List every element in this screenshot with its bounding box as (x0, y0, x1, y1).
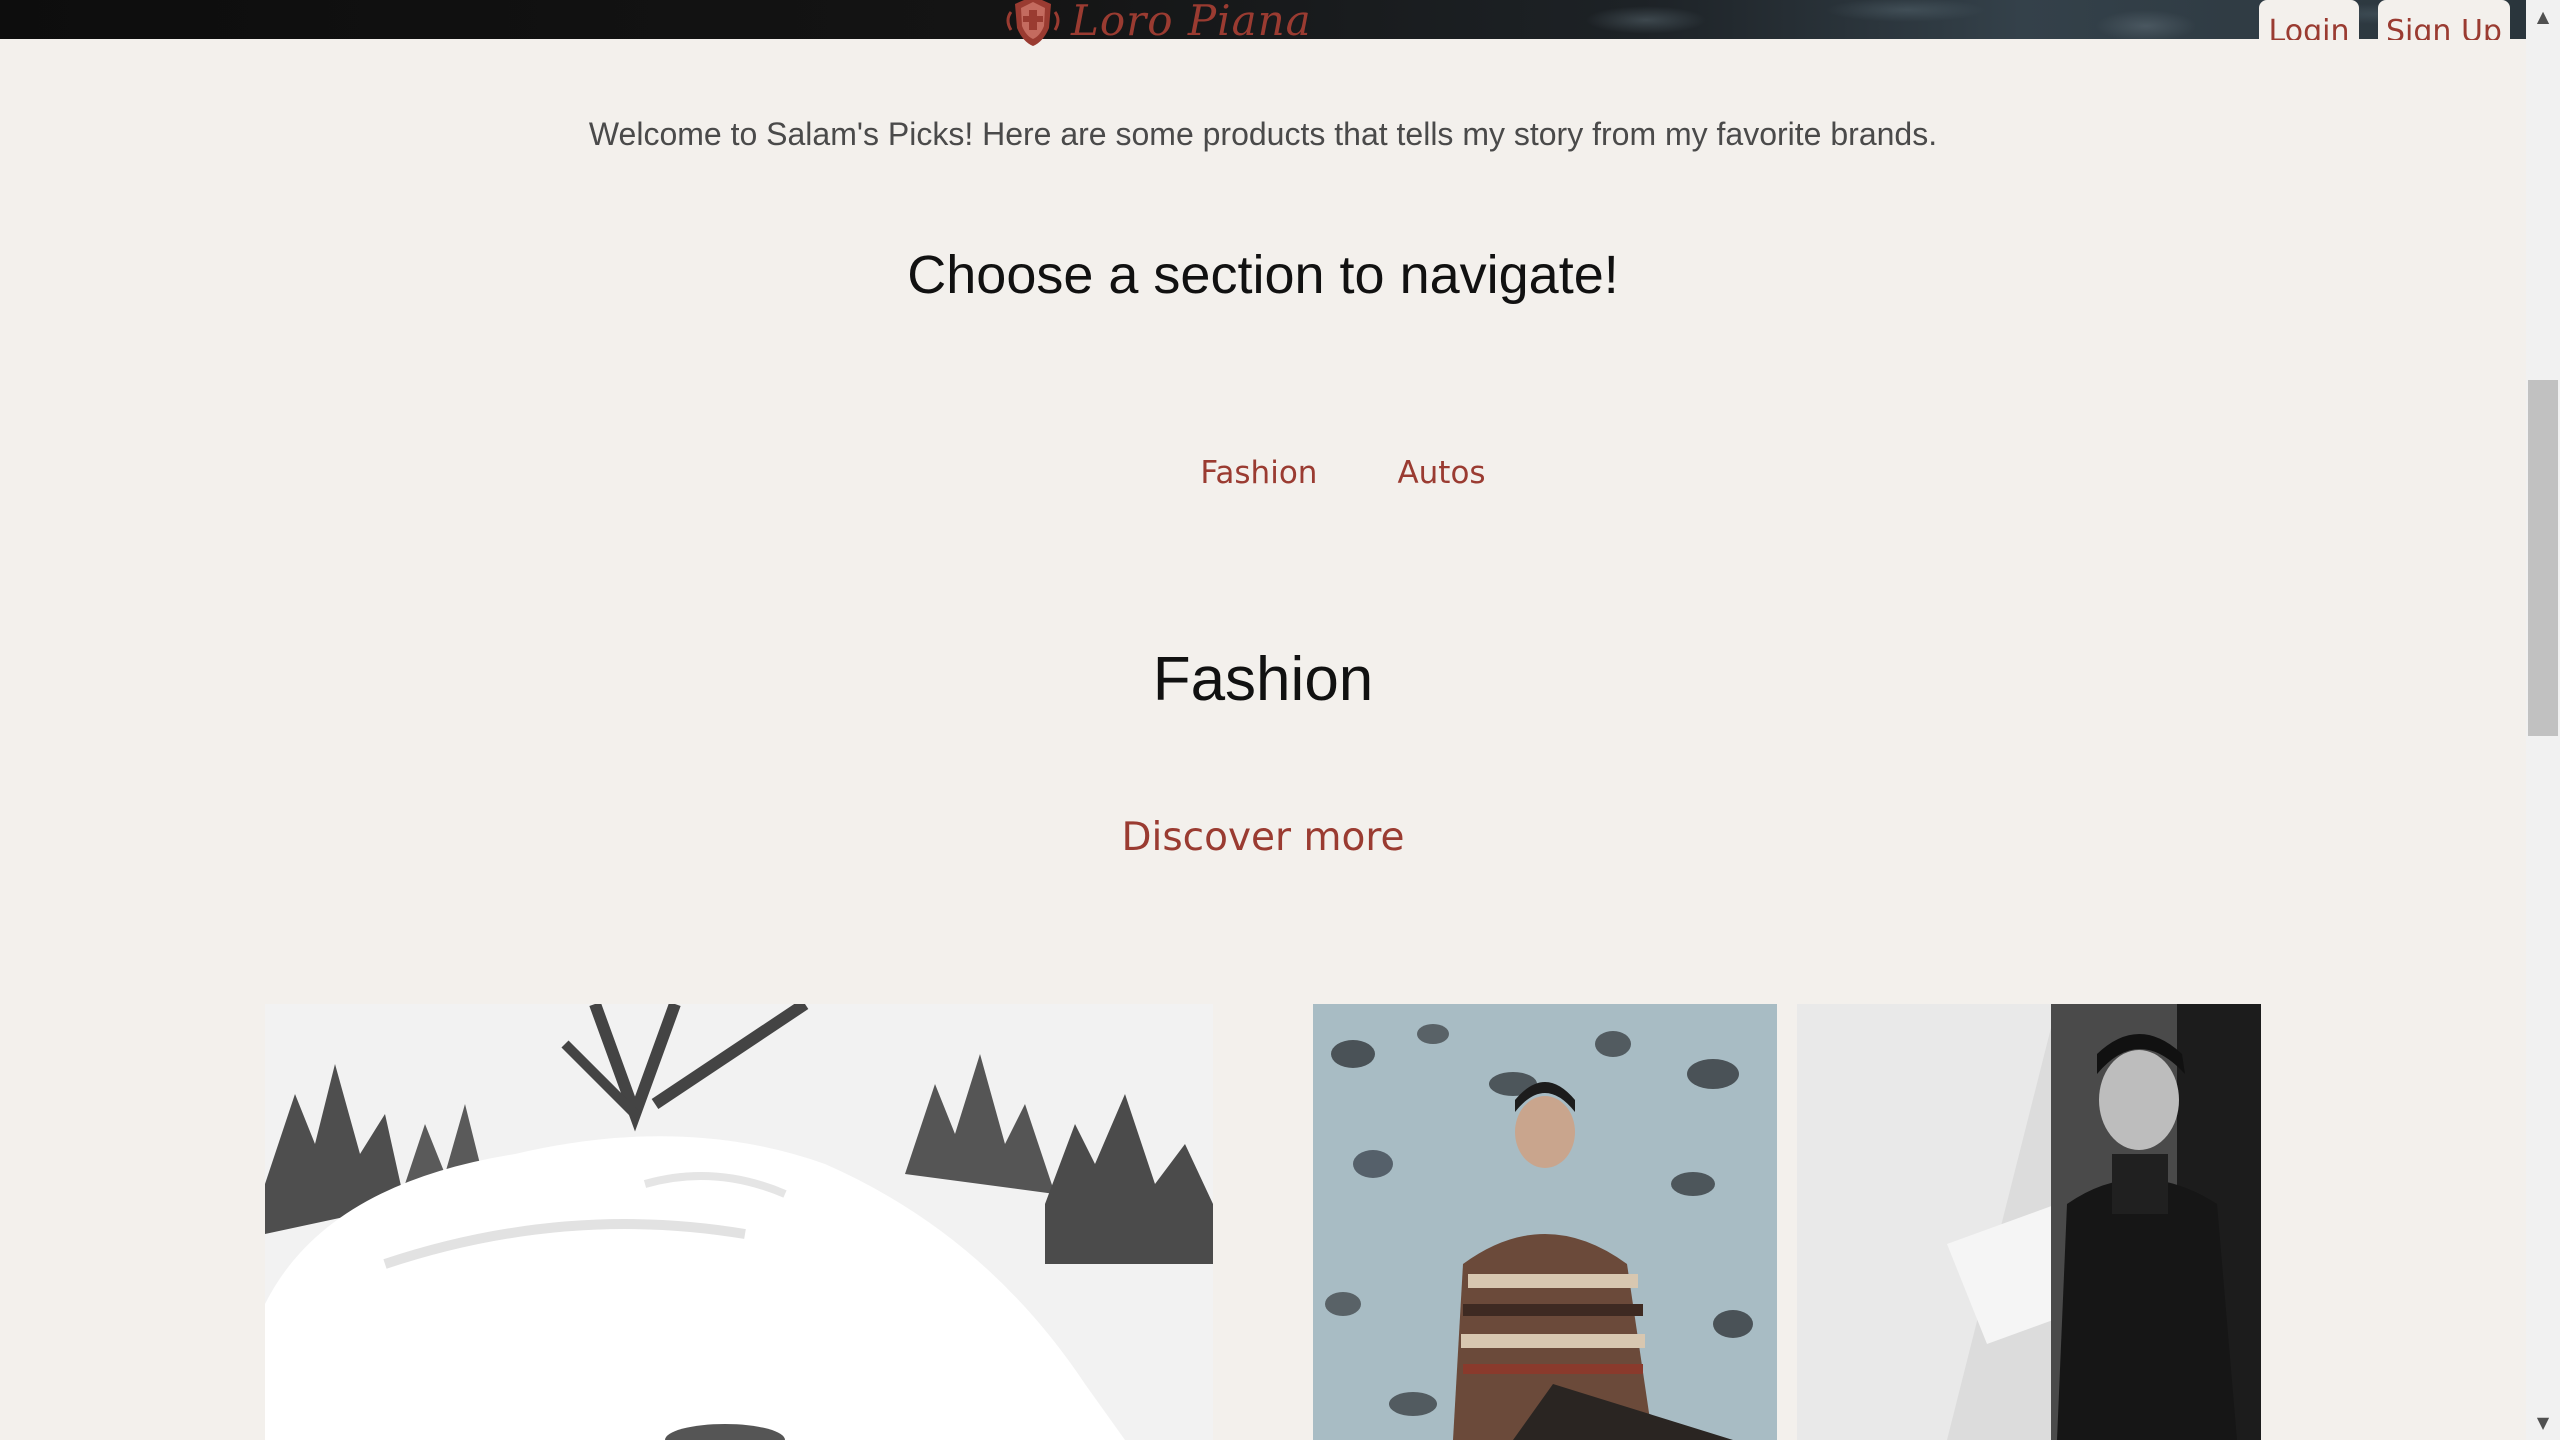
scrollbar-thumb[interactable] (2528, 380, 2558, 736)
crest-icon (1006, 0, 1060, 46)
chevron-up-icon[interactable]: ▲ (2526, 0, 2560, 34)
snow-scene-image[interactable] (265, 1004, 1213, 1440)
nav-link-fashion[interactable]: Fashion (1200, 455, 1317, 491)
login-button[interactable]: Login (2259, 0, 2359, 40)
signup-button-label: Sign Up (2386, 14, 2502, 40)
nav-link-autos[interactable]: Autos (1397, 455, 1485, 491)
page: Loro Piana Login Sign Up ▲ ▼ Welcome to … (0, 0, 2560, 1440)
dark-coat-image[interactable] (1797, 1004, 2261, 1440)
brand-logo[interactable]: Loro Piana (1003, 0, 1312, 54)
discover-more-link[interactable]: Discover more (0, 815, 2526, 860)
fashion-section-title: Fashion (1152, 645, 1374, 714)
scrollbar[interactable]: ▲ ▼ (2526, 0, 2560, 1440)
patterned-sweater-image[interactable] (1313, 1004, 1777, 1440)
login-button-label: Login (2268, 14, 2350, 40)
navigate-heading: Choose a section to navigate! (907, 245, 1619, 305)
chevron-down-icon[interactable]: ▼ (2526, 1406, 2560, 1440)
welcome-text: Welcome to Salam's Picks! Here are some … (588, 116, 1938, 152)
section-nav: Fashion Autos (0, 455, 2526, 491)
signup-button[interactable]: Sign Up (2378, 0, 2510, 40)
banner-texture (1526, 0, 2526, 39)
brand-wordmark: Loro Piana (1071, 0, 1312, 45)
